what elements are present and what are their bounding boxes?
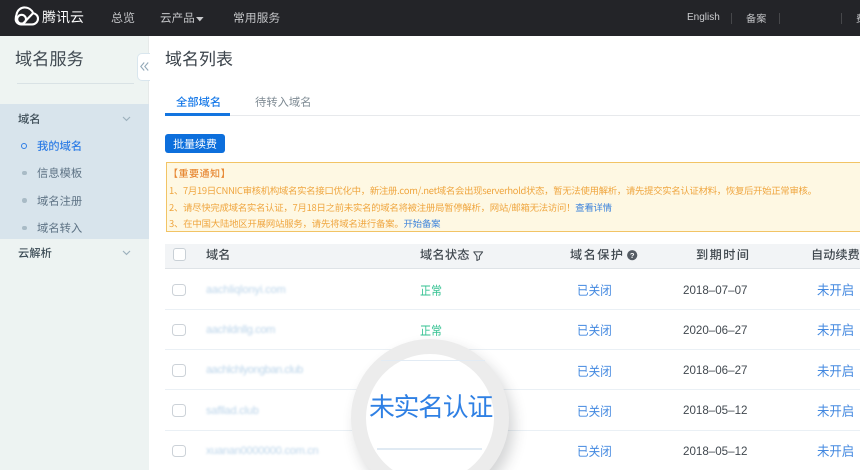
svg-text:?: ? [630, 250, 635, 259]
